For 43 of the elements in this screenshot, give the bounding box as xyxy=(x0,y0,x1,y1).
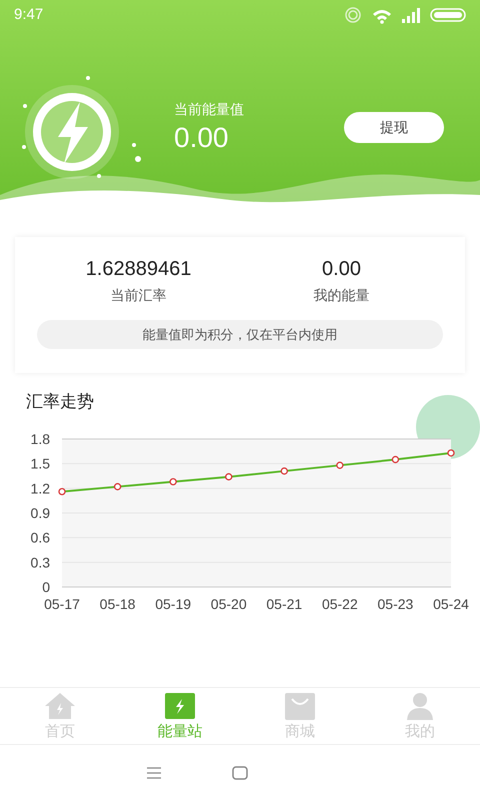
chart-title: 汇率走势 xyxy=(26,391,95,413)
x-tick-label: 05-20 xyxy=(210,596,247,612)
y-tick-label: 0 xyxy=(42,578,50,594)
y-tick-label: 1.2 xyxy=(30,480,50,496)
x-tick-label: 05-24 xyxy=(433,596,469,612)
lightning-icon xyxy=(164,691,196,721)
home-square-icon[interactable] xyxy=(232,766,248,780)
data-point xyxy=(392,455,400,463)
data-point xyxy=(170,478,177,485)
stat-label: 当前汇率 xyxy=(110,286,166,305)
info-note: 能量值即为积分，仅在平台内使用 xyxy=(37,320,443,349)
y-tick-label: 0.6 xyxy=(30,529,50,546)
hotspot-icon xyxy=(344,6,362,24)
data-point xyxy=(447,448,455,456)
battery-icon xyxy=(430,8,466,22)
signal-icon xyxy=(402,7,420,23)
data-point xyxy=(225,472,232,480)
y-tick-label: 1.5 xyxy=(30,455,50,472)
home-icon xyxy=(44,691,76,721)
y-tick-label: 0.9 xyxy=(30,504,50,520)
data-point xyxy=(58,487,66,495)
stat-value: 1.62889461 xyxy=(86,257,192,282)
energy-label: 当前能量值 xyxy=(174,100,244,118)
x-tick-label: 05-19 xyxy=(155,596,192,612)
x-tick-label: 05-17 xyxy=(44,596,80,612)
bag-icon xyxy=(284,691,316,721)
tab-item[interactable]: 能量站 xyxy=(120,688,240,744)
data-point xyxy=(114,482,122,490)
data-point xyxy=(336,461,344,468)
menu-icon[interactable] xyxy=(146,766,162,780)
x-tick-label: 05-22 xyxy=(322,596,358,612)
x-tick-label: 05-18 xyxy=(100,596,136,612)
status-time: 9:47 xyxy=(14,4,44,25)
y-tick-label: 0.3 xyxy=(30,554,50,570)
y-tick-label: 1.8 xyxy=(30,430,50,446)
data-point xyxy=(280,466,288,474)
energy-value: 0.00 xyxy=(174,120,230,154)
person-icon xyxy=(404,691,436,721)
stat-value: 0.00 xyxy=(322,257,361,282)
stat-label: 我的能量 xyxy=(314,286,370,305)
x-tick-label: 05-23 xyxy=(378,596,414,612)
withdraw-button[interactable]: 提现 xyxy=(344,112,444,142)
x-tick-label: 05-21 xyxy=(266,596,302,612)
